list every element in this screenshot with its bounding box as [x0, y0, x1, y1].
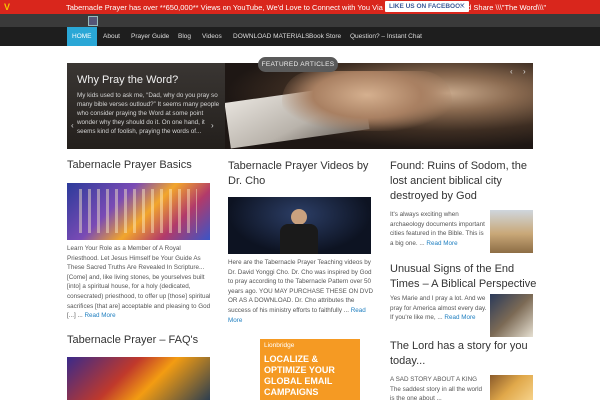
sodom-thumbnail[interactable]	[490, 210, 533, 253]
tabernacle-image	[79, 189, 197, 233]
video-thumbnail[interactable]	[228, 197, 371, 254]
featured-slider[interactable]: Why Pray the Word? My kids used to ask m…	[67, 63, 533, 149]
nav-item-book-store[interactable]: Book Store	[304, 27, 346, 46]
post-thumbnail[interactable]	[67, 183, 210, 240]
facebook-like-button[interactable]: LIKE US ON FACEBOOK	[385, 1, 469, 12]
share-text: And Share \\\"The Word\\\"	[458, 3, 547, 12]
post-excerpt: Here are the Tabernacle Prayer Teaching …	[228, 258, 374, 325]
slider-next-icon[interactable]: ›	[523, 67, 526, 76]
featured-title[interactable]: Why Pray the Word?	[77, 74, 178, 86]
speaker-head-image	[291, 209, 307, 225]
king-story-thumbnail[interactable]	[490, 375, 533, 400]
faq-thumbnail[interactable]	[67, 357, 210, 400]
slider-prev-icon[interactable]: ‹	[510, 67, 513, 76]
site-header	[0, 14, 600, 27]
ad-line: CAMPAIGNS	[264, 387, 319, 397]
ad-line: GLOBAL EMAIL	[264, 376, 333, 386]
thumb-prev-icon[interactable]: ‹	[71, 121, 74, 130]
read-more-link[interactable]: Read More	[444, 314, 475, 321]
ad-line: LOCALIZE &	[264, 354, 318, 364]
ad-brand: Lionbridge	[264, 342, 295, 349]
praying-hands-image	[282, 71, 452, 131]
lionbridge-ad[interactable]: Lionbridge LOCALIZE & OPTIMIZE YOUR GLOB…	[260, 339, 360, 400]
nav-item-blog[interactable]: Blog	[173, 27, 196, 46]
post-excerpt: It's always exciting when archaeology do…	[390, 210, 488, 248]
post-title[interactable]: Tabernacle Prayer – FAQ's	[67, 334, 198, 346]
nav-item-prayer-guide[interactable]: Prayer Guide	[126, 27, 174, 46]
end-times-thumbnail[interactable]	[490, 294, 533, 337]
featured-excerpt: My kids used to ask me, “Dad, why do you…	[77, 92, 220, 135]
post-title[interactable]: Found: Ruins of Sodom, the lost ancient …	[390, 159, 540, 204]
post-excerpt-text: Learn Your Role as a Member of A Royal P…	[67, 245, 211, 320]
main-nav: HOME About Prayer Guide Blog Videos DOWN…	[0, 27, 600, 46]
post-excerpt-text: Here are the Tabernacle Prayer Teaching …	[228, 259, 374, 314]
nav-item-download-materials[interactable]: DOWNLOAD MATERIALS	[228, 27, 314, 46]
post-title[interactable]: Tabernacle Prayer Videos by Dr. Cho	[228, 159, 378, 189]
header-logo-icon[interactable]	[88, 16, 98, 26]
site-logo-icon[interactable]: V	[4, 2, 14, 12]
read-more-link[interactable]: Read More	[426, 240, 457, 247]
post-title[interactable]: The Lord has a story for you today...	[390, 339, 540, 369]
post-excerpt: Yes Marie and I pray a lot. And we pray …	[390, 294, 488, 323]
post-title[interactable]: Tabernacle Prayer Basics	[67, 159, 192, 171]
nav-item-home[interactable]: HOME	[67, 27, 97, 46]
nav-item-instant-chat[interactable]: Question? – Instant Chat	[345, 27, 427, 46]
post-excerpt: A SAD STORY ABOUT A KING The saddest sto…	[390, 376, 483, 403]
nav-item-videos[interactable]: Videos	[197, 27, 227, 46]
thumb-next-icon[interactable]: ›	[211, 121, 214, 130]
post-excerpt: Learn Your Role as a Member of A Royal P…	[67, 244, 212, 321]
post-title[interactable]: Unusual Signs of the End Times – A Bibli…	[390, 262, 540, 292]
speaker-body-image	[280, 224, 318, 254]
featured-articles-badge: FEATURED ARTICLES	[258, 57, 338, 72]
nav-item-about[interactable]: About	[98, 27, 125, 46]
read-more-link[interactable]: Read More	[85, 312, 116, 319]
notification-bar: V Tabernacle Prayer has over **650,000**…	[0, 0, 600, 14]
ad-line: OPTIMIZE YOUR	[264, 365, 335, 375]
